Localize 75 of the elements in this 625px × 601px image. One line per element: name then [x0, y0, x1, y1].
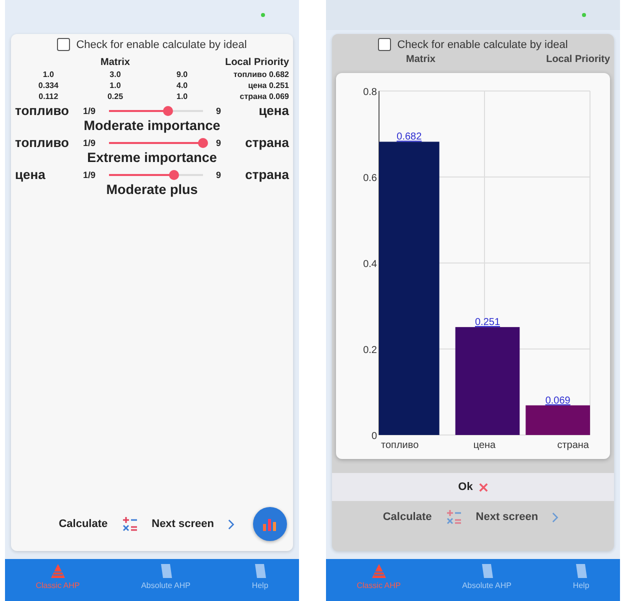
nav-tab[interactable]: Help — [566, 559, 596, 601]
scale-max-label: 9 — [216, 138, 221, 148]
status-dot-icon — [582, 13, 586, 17]
nav-tab[interactable]: Absolute AHP — [456, 559, 518, 601]
priority-value: 0.069 — [268, 92, 289, 101]
nav-tab[interactable]: Help — [246, 559, 274, 601]
bar-value-label: 0.251 — [474, 317, 500, 328]
criterion-label: страна — [244, 135, 289, 150]
nav-tab[interactable]: Classic AHP — [30, 559, 86, 601]
calculate-button[interactable]: Calculate — [380, 509, 434, 525]
checkbox-label: Check for enable calculate by ideal — [397, 38, 568, 50]
matrix-cell-text: 0.25 — [106, 92, 124, 101]
slider-thumb[interactable] — [168, 170, 179, 180]
next-screen-button[interactable]: Next screen — [474, 509, 540, 525]
close-icon[interactable] — [478, 482, 488, 492]
importance-label: Moderate plus — [105, 182, 199, 197]
matrix-heading: Matrix — [406, 54, 436, 65]
next-screen-button[interactable]: Next screen — [150, 516, 216, 532]
page-icon — [252, 563, 268, 579]
scale-min-label: 1/9 — [83, 170, 96, 180]
category-label: цена — [473, 440, 496, 451]
bar-value-label: 0.682 — [396, 132, 422, 143]
priority-value: 0.251 — [268, 81, 289, 90]
slider-thumb[interactable] — [198, 138, 208, 148]
matrix-heading: Matrix — [100, 57, 131, 68]
ok-button[interactable]: Ok — [458, 481, 473, 493]
checkbox[interactable] — [57, 38, 70, 51]
local-priority-heading: Local Priority — [546, 54, 610, 65]
matrix-cell-text: 3.0 — [108, 70, 122, 79]
priority-name: топливо — [234, 70, 267, 79]
category-label: топливо — [381, 440, 419, 451]
pyramid-icon — [370, 563, 387, 579]
local-priority-heading: Local Priority — [224, 57, 289, 68]
priority-name: цена — [248, 81, 267, 90]
criterion-label: страна — [244, 167, 289, 182]
y-tick-label: 0 — [371, 431, 377, 442]
calculate-button[interactable]: Calculate — [56, 516, 110, 532]
category-label: страна — [557, 440, 589, 451]
matrix-cell-text: 4.0 — [176, 81, 189, 90]
importance-label: Moderate importance — [82, 118, 222, 133]
criterion-label: цена — [258, 103, 289, 118]
status-dot-icon — [261, 13, 265, 17]
slider-thumb[interactable] — [162, 106, 173, 116]
nav-tab[interactable]: Classic AHP — [350, 559, 407, 601]
criterion-label: топливо — [15, 135, 70, 150]
importance-label: Extreme importance — [86, 150, 218, 165]
y-tick-label: 0.6 — [363, 173, 377, 184]
criterion-label: топливо — [15, 103, 70, 118]
matrix-cell-text: 1.0 — [108, 81, 122, 90]
matrix-cell-text: 0.112 — [38, 92, 60, 101]
y-tick-label: 0.8 — [363, 87, 377, 98]
priority-name: страна — [240, 92, 267, 101]
page-icon — [573, 563, 590, 579]
y-tick-label: 0.4 — [363, 259, 377, 270]
y-tick-label: 0.2 — [363, 345, 377, 356]
chevron-right-icon[interactable] — [228, 518, 235, 530]
nav-tab[interactable]: Absolute AHP — [135, 559, 196, 601]
scale-max-label: 9 — [216, 170, 221, 180]
matrix-cell-text: 9.0 — [176, 70, 189, 79]
math-operations-icon — [122, 516, 138, 532]
bar-value-label: 0.069 — [545, 395, 570, 406]
priority-value: 0.682 — [268, 70, 289, 79]
matrix-cell-text: 0.334 — [37, 81, 60, 90]
checkbox-label: Check for enable calculate by ideal — [76, 38, 247, 50]
matrix-cell-text: 1.0 — [176, 92, 189, 101]
criterion-label: цена — [15, 167, 46, 182]
scale-min-label: 1/9 — [83, 138, 96, 148]
scale-min-label: 1/9 — [83, 106, 96, 116]
chart-button[interactable] — [253, 507, 287, 541]
scale-max-label: 9 — [216, 106, 221, 116]
math-operations-icon — [446, 509, 462, 525]
checkbox[interactable] — [378, 38, 392, 51]
pyramid-icon — [50, 563, 66, 579]
chevron-right-icon[interactable] — [552, 512, 560, 522]
matrix-cell-text: 1.0 — [42, 70, 55, 79]
